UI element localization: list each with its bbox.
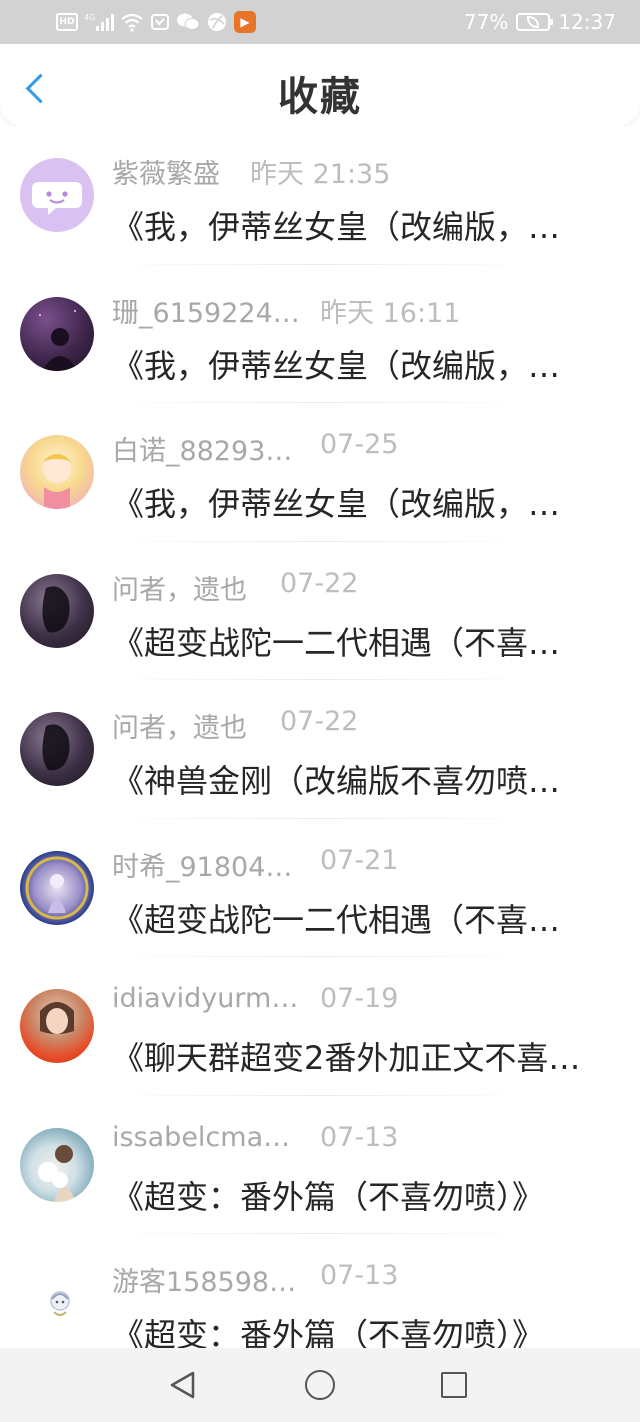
- post-time: 07-22: [280, 567, 359, 599]
- notification-app-icon: [150, 11, 170, 33]
- story-title[interactable]: 《超变战陀一二代相遇（不喜…: [112, 895, 612, 941]
- post-time: 昨天 16:11: [320, 297, 461, 329]
- list-item[interactable]: issabelcma… 07-13 《超变：番外篇（不喜勿喷）》: [0, 1096, 640, 1235]
- list-item[interactable]: 游客158598… 07-13 《超变：番外篇（不喜勿喷）》: [0, 1234, 640, 1348]
- browser-icon: [206, 11, 228, 33]
- author-name: 白诺_88293…: [112, 436, 293, 467]
- status-icons-right: 77% 12:37: [464, 8, 616, 36]
- author-name: 游客158598…: [112, 1267, 297, 1298]
- author-name: 紫薇繁盛: [112, 159, 220, 190]
- status-bar: HD 4G ▶ 77% 12:37: [0, 0, 640, 44]
- signal-icon: 4G: [84, 11, 114, 33]
- post-time: 07-21: [320, 844, 399, 876]
- post-time: 07-22: [280, 706, 359, 737]
- list-item[interactable]: 问者，遗也 07-22 《神兽金刚（改编版不喜勿喷…: [0, 680, 640, 819]
- clock: 12:37: [558, 10, 616, 34]
- avatar[interactable]: [20, 1266, 94, 1340]
- author-name: idiavidyurm…: [112, 983, 299, 1014]
- post-time: 07-13: [320, 1121, 399, 1153]
- page-title: 收藏: [278, 74, 362, 120]
- nav-home-icon[interactable]: [305, 1370, 335, 1400]
- list-item[interactable]: idiavidyurm… 07-19 《聊天群超变2番外加正文不喜…: [0, 957, 640, 1096]
- wechat-icon: [176, 11, 200, 33]
- network-type-label: 4G: [84, 13, 95, 22]
- avatar[interactable]: [20, 435, 94, 509]
- video-app-icon: ▶: [234, 11, 256, 33]
- battery-percent: 77%: [463, 10, 509, 34]
- battery-icon: [516, 13, 554, 31]
- avatar[interactable]: [20, 850, 94, 925]
- author-name: 问者，遗也: [112, 713, 247, 744]
- list-item[interactable]: 珊_6159224… 昨天 16:11 《我，伊蒂丝女皇（改编版，…: [0, 265, 640, 404]
- story-title[interactable]: 《超变：番外篇（不喜勿喷）》: [112, 1172, 612, 1218]
- story-title[interactable]: 《我，伊蒂丝女皇（改编版，…: [112, 341, 612, 387]
- avatar[interactable]: [20, 296, 94, 371]
- post-time: 07-13: [320, 1260, 399, 1291]
- avatar[interactable]: [20, 1127, 94, 1202]
- avatar[interactable]: [20, 712, 94, 786]
- favorites-list[interactable]: 紫薇繁盛 昨天 21:35 《我，伊蒂丝女皇（改编版，… 珊_6159224… …: [0, 126, 640, 1348]
- hd-icon: HD: [56, 13, 78, 31]
- post-time: 07-19: [320, 983, 399, 1014]
- author-name: issabelcma…: [112, 1121, 291, 1153]
- app-header: 收藏: [0, 44, 640, 126]
- list-item[interactable]: 白诺_88293… 07-25 《我，伊蒂丝女皇（改编版，…: [0, 403, 640, 542]
- author-name: 问者，遗也: [112, 574, 247, 606]
- story-title[interactable]: 《我，伊蒂丝女皇（改编版，…: [112, 202, 612, 248]
- list-item[interactable]: 问者，遗也 07-22 《超变战陀一二代相遇（不喜…: [0, 542, 640, 681]
- wifi-icon: [120, 11, 144, 33]
- avatar[interactable]: [20, 989, 94, 1063]
- post-time: 07-25: [320, 429, 399, 460]
- system-navigation-bar: [0, 1348, 640, 1422]
- story-title[interactable]: 《聊天群超变2番外加正文不喜…: [112, 1033, 612, 1079]
- list-item[interactable]: 紫薇繁盛 昨天 21:35 《我，伊蒂丝女皇（改编版，…: [0, 126, 640, 265]
- nav-recents-icon[interactable]: [441, 1372, 467, 1398]
- status-icons-left: HD 4G ▶: [56, 8, 256, 36]
- author-name: 珊_6159224…: [112, 297, 300, 329]
- avatar[interactable]: [20, 158, 94, 232]
- avatar[interactable]: [20, 573, 94, 648]
- nav-back-icon[interactable]: [168, 1370, 198, 1400]
- author-name: 时希_91804…: [112, 851, 293, 883]
- story-title[interactable]: 《神兽金刚（改编版不喜勿喷…: [112, 756, 612, 802]
- list-item[interactable]: 时希_91804… 07-21 《超变战陀一二代相遇（不喜…: [0, 819, 640, 958]
- story-title[interactable]: 《超变战陀一二代相遇（不喜…: [112, 618, 612, 664]
- story-title[interactable]: 《我，伊蒂丝女皇（改编版，…: [112, 479, 612, 525]
- guest-avatar-icon: [50, 1291, 70, 1316]
- chat-bubble-avatar-icon: [32, 182, 82, 215]
- post-time: 昨天 21:35: [250, 159, 391, 190]
- story-title[interactable]: 《超变：番外篇（不喜勿喷）》: [112, 1310, 612, 1348]
